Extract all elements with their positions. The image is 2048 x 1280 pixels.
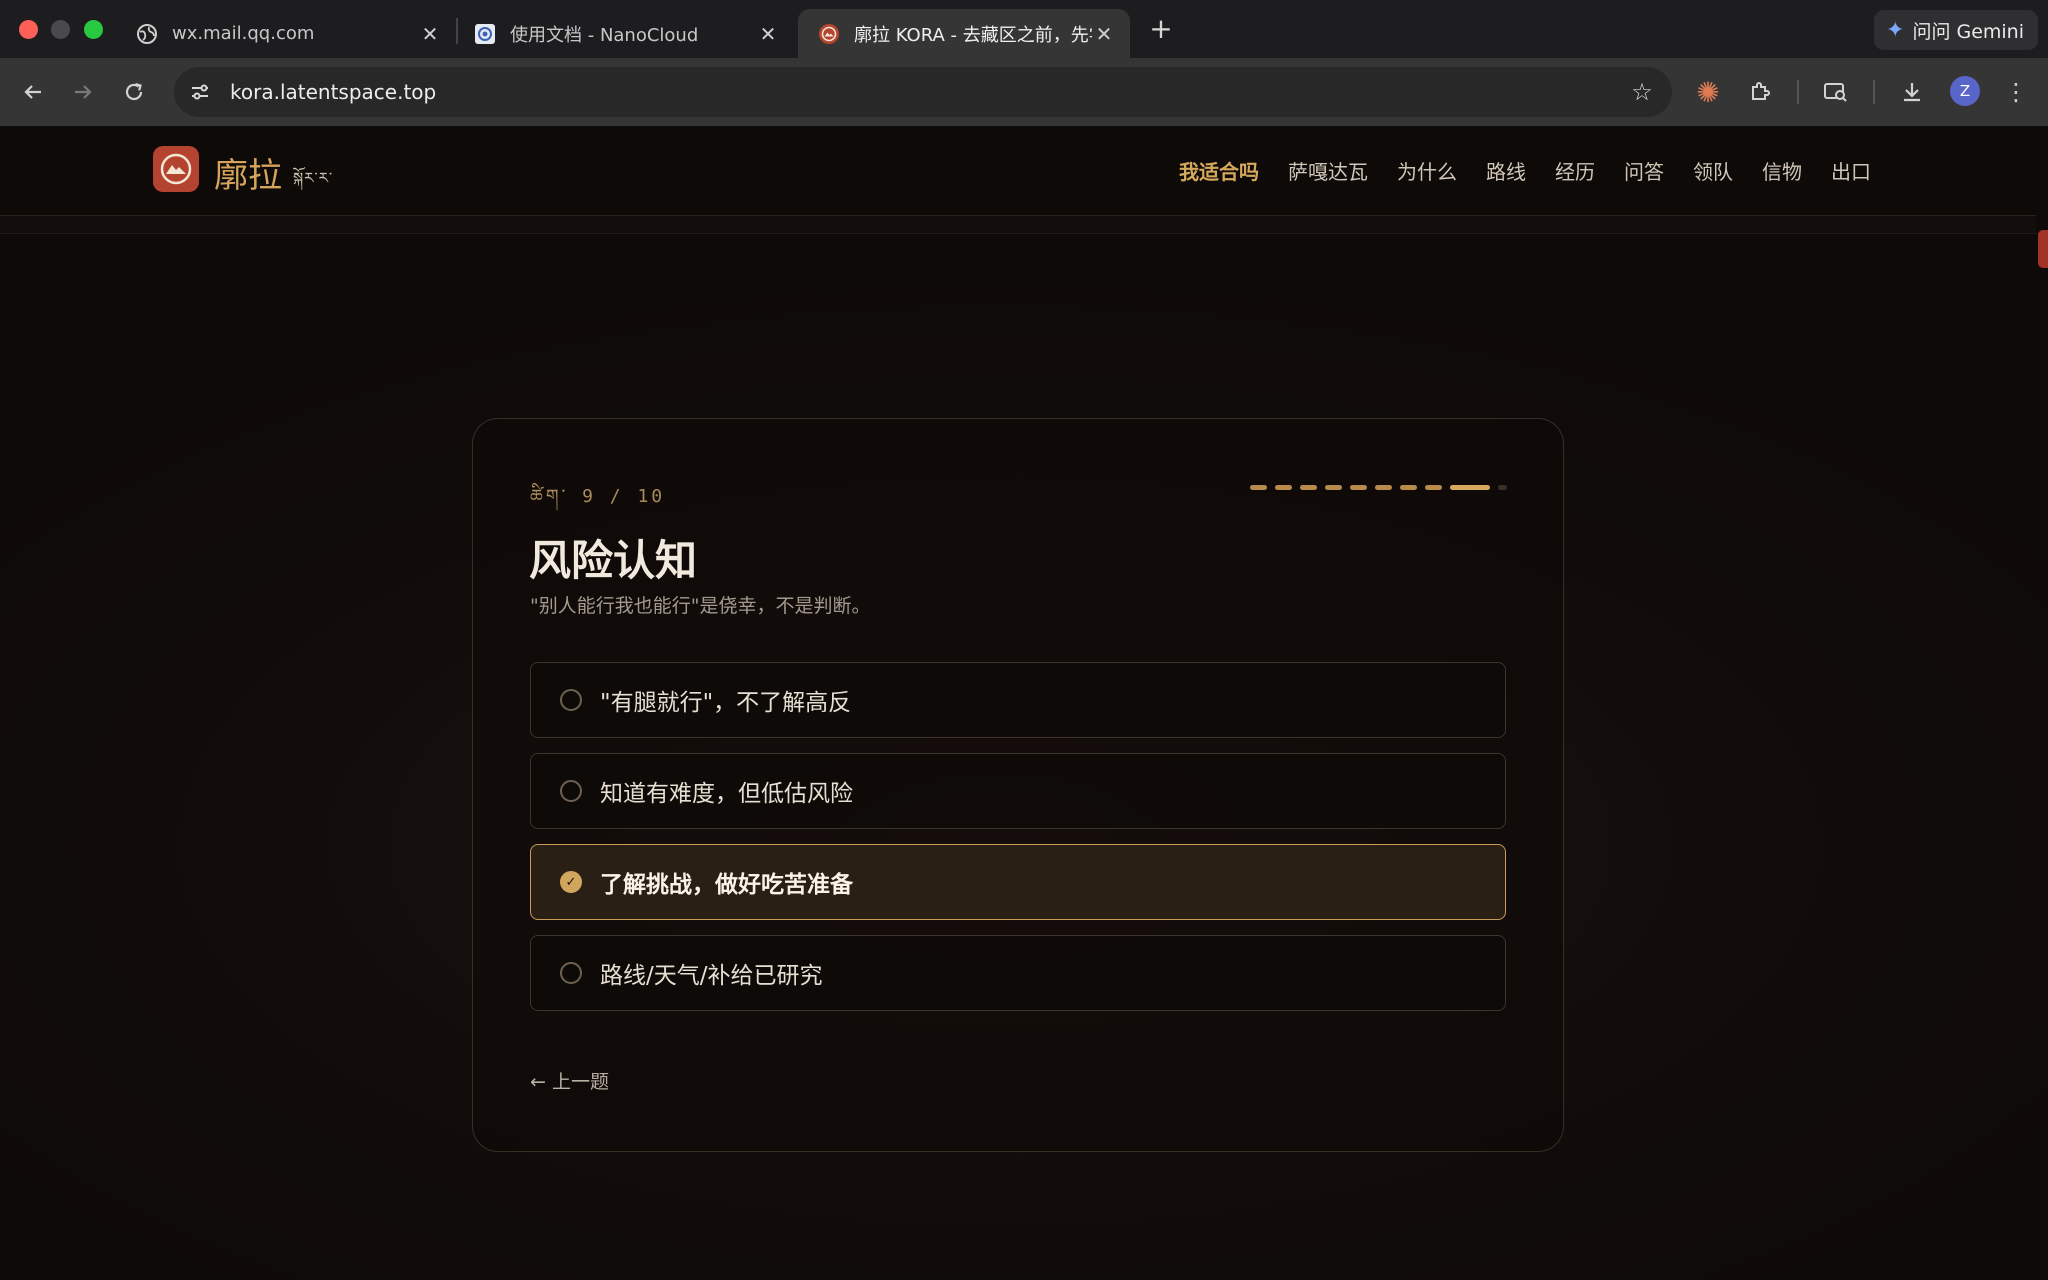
- tab-title: 廓拉 KORA - 去藏区之前，先学: [854, 24, 1092, 46]
- puzzle-icon: [1752, 82, 1770, 100]
- browser-tab-nanocloud[interactable]: 使用文档 - NanoCloud ✕: [454, 9, 794, 58]
- nanocloud-icon: [475, 23, 495, 44]
- tab-title: 使用文档 - NanoCloud: [510, 24, 699, 46]
- toolbar-divider: [1797, 80, 1799, 104]
- site-logo[interactable]: [153, 146, 199, 192]
- answer-option[interactable]: "有腿就行"，不了解高反: [530, 662, 1506, 738]
- answer-option[interactable]: 知道有难度，但低估风险: [530, 753, 1506, 829]
- answer-option[interactable]: 路线/天气/补给已研究: [530, 935, 1506, 1011]
- answer-option-label: "有腿就行"，不了解高反: [600, 690, 852, 716]
- answer-option-label: 了解挑战，做好吃苦准备: [600, 872, 853, 898]
- gemini-spark-icon: ✦: [1886, 17, 1905, 43]
- extension-claude-button[interactable]: ✺: [1692, 75, 1724, 109]
- maximize-window-button[interactable]: [84, 20, 103, 39]
- main-nav: 我适合吗 萨嘎达瓦 为什么 路线 经历 问答 领队 信物 出口: [1150, 156, 1871, 185]
- progress-segment: [1450, 485, 1490, 490]
- gemini-label: 问问 Gemini: [1912, 20, 2024, 43]
- search-tab-icon: [1824, 83, 1847, 102]
- nav-item-saga-dawa[interactable]: 萨嘎达瓦: [1288, 156, 1368, 185]
- reload-icon: [125, 82, 143, 101]
- progress-segment: [1275, 485, 1292, 490]
- back-button[interactable]: [17, 76, 49, 108]
- download-icon: [1904, 83, 1920, 102]
- browser-menu-button[interactable]: ⋮: [2000, 76, 2032, 108]
- close-tab-icon[interactable]: ✕: [418, 22, 442, 46]
- browser-toolbar: kora.latentspace.top ☆ ✺ ⋮: [0, 58, 2048, 126]
- close-tab-icon[interactable]: ✕: [756, 22, 780, 46]
- quiz-card: ཚིག་ 9 / 10 风险认知 "别人能行我也能行"是侥幸，不是判断。 "有腿…: [472, 418, 1564, 1152]
- toolbar-divider: [1873, 80, 1875, 104]
- nav-item-why[interactable]: 为什么: [1397, 156, 1457, 185]
- progress-segment: [1300, 485, 1317, 490]
- radio-icon: [560, 689, 582, 711]
- question-subtitle: "别人能行我也能行"是侥幸，不是判断。: [530, 595, 871, 617]
- site-settings-icon[interactable]: [180, 72, 220, 112]
- tab-title: wx.mail.qq.com: [172, 23, 315, 44]
- arrow-left-icon: [24, 85, 41, 99]
- nav-item-exit[interactable]: 出口: [1831, 156, 1871, 185]
- site-header: 廓拉 སྐོར་ར་ 我适合吗 萨嘎达瓦 为什么 路线 经历 问答 领队 信物 …: [0, 126, 2036, 216]
- ask-gemini-button[interactable]: ✦ 问问 Gemini: [1874, 10, 2038, 50]
- nav-item-faq[interactable]: 问答: [1624, 156, 1664, 185]
- bookmark-star-icon[interactable]: ☆: [1622, 78, 1662, 106]
- progress-segment: [1425, 485, 1442, 490]
- browser-tab-bar: wx.mail.qq.com ✕ 使用文档 - NanoCloud ✕ 廓拉 K…: [0, 0, 2048, 58]
- site-logo-text[interactable]: 廓拉: [214, 148, 282, 197]
- radio-icon: [560, 780, 582, 802]
- kebab-menu-icon: ⋮: [2004, 78, 2028, 106]
- progress-segment: [1250, 485, 1267, 490]
- nav-item-experience[interactable]: 经历: [1555, 156, 1595, 185]
- site-logo-tibetan: སྐོར་ར་: [293, 169, 334, 187]
- answer-option[interactable]: ✓ 了解挑战，做好吃苦准备: [530, 844, 1506, 920]
- radio-icon: [560, 962, 582, 984]
- downloads-button[interactable]: [1896, 76, 1928, 108]
- progress-segment: [1400, 485, 1417, 490]
- progress-segment: [1498, 485, 1507, 490]
- page-content: 廓拉 སྐོར་ར་ 我适合吗 萨嘎达瓦 为什么 路线 经历 问答 领队 信物 …: [0, 126, 2048, 1280]
- sunburst-icon: ✺: [1696, 75, 1720, 109]
- kora-icon: [819, 23, 839, 44]
- reload-button[interactable]: [118, 76, 150, 108]
- close-tab-icon[interactable]: ✕: [1092, 22, 1116, 46]
- url-text: kora.latentspace.top: [230, 80, 437, 104]
- nav-item-token[interactable]: 信物: [1762, 156, 1802, 185]
- nav-item-suitability[interactable]: 我适合吗: [1179, 156, 1259, 185]
- browser-tab-mail[interactable]: wx.mail.qq.com ✕: [116, 9, 456, 58]
- arrow-right-icon: [75, 85, 92, 99]
- header-band: [0, 216, 2036, 234]
- address-bar[interactable]: kora.latentspace.top ☆: [174, 67, 1672, 117]
- new-tab-button[interactable]: +: [1146, 12, 1176, 45]
- close-window-button[interactable]: [19, 20, 38, 39]
- previous-question-button[interactable]: ← 上一题: [530, 1067, 609, 1094]
- minimize-window-button[interactable]: [51, 20, 70, 39]
- answer-option-label: 知道有难度，但低估风险: [600, 781, 853, 807]
- progress-segment: [1325, 485, 1342, 490]
- tab-search-button[interactable]: [1820, 76, 1852, 108]
- step-counter: ཚིག་ 9 / 10: [530, 486, 666, 507]
- nav-item-guide[interactable]: 领队: [1693, 156, 1733, 185]
- globe-icon: [137, 23, 157, 44]
- check-circle-icon: ✓: [560, 871, 582, 893]
- progress-segment: [1350, 485, 1367, 490]
- answer-option-label: 路线/天气/补给已研究: [600, 963, 823, 989]
- quiz-progress-bar: [1242, 485, 1507, 490]
- profile-avatar[interactable]: Z: [1950, 76, 1980, 106]
- progress-segment: [1375, 485, 1392, 490]
- forward-button[interactable]: [67, 76, 99, 108]
- nav-item-route[interactable]: 路线: [1486, 156, 1526, 185]
- scrollbar-thumb[interactable]: [2038, 230, 2048, 268]
- question-title: 风险认知: [529, 536, 698, 585]
- extensions-button[interactable]: [1744, 76, 1776, 108]
- mountain-logo-icon: [160, 153, 192, 185]
- browser-tab-kora[interactable]: 廓拉 KORA - 去藏区之前，先学 ✕: [798, 9, 1130, 58]
